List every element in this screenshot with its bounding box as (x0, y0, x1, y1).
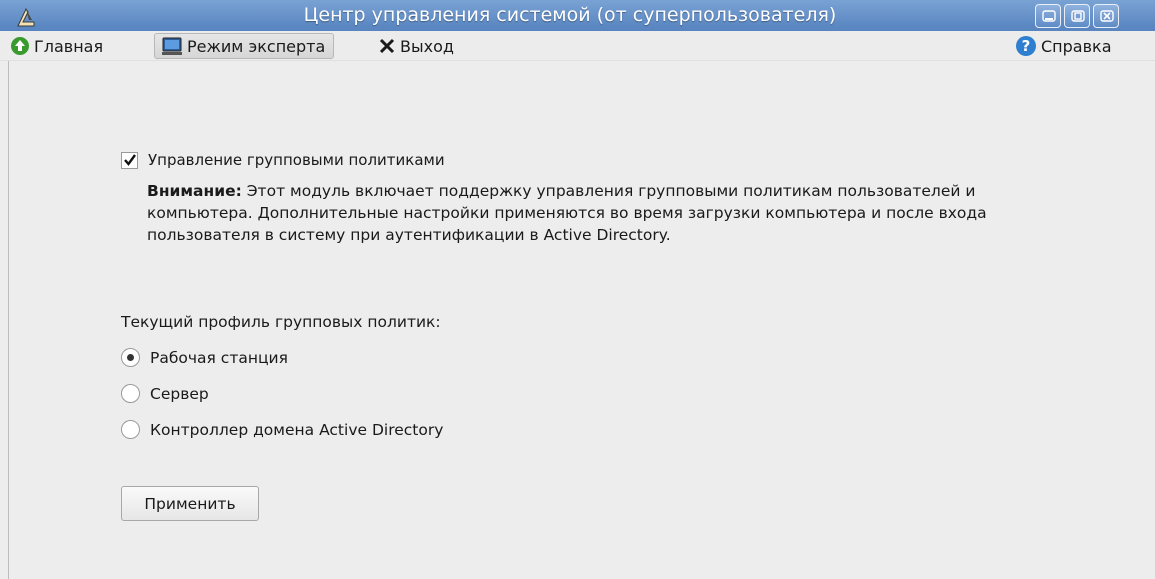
group-policy-checkbox-row[interactable]: Управление групповыми политиками (121, 151, 445, 169)
home-button[interactable]: Главная (10, 31, 103, 61)
apply-button[interactable]: Применить (121, 486, 259, 521)
close-button[interactable] (1093, 4, 1119, 28)
profile-option-domain-controller[interactable]: Контроллер домена Active Directory (121, 420, 443, 439)
radio-server[interactable] (121, 384, 140, 403)
maximize-button[interactable] (1064, 4, 1090, 28)
expert-mode-button[interactable]: Режим эксперта (154, 33, 335, 59)
content-border (8, 61, 9, 579)
close-icon (1100, 10, 1114, 22)
svg-text:?: ? (1022, 37, 1031, 55)
profile-label: Текущий профиль групповых политик: (121, 313, 441, 331)
window-title: Центр управления системой (от суперпольз… (303, 4, 837, 26)
home-icon (11, 37, 29, 55)
monitor-icon (162, 37, 182, 55)
profile-option-label: Рабочая станция (150, 348, 288, 367)
minimize-button[interactable] (1035, 4, 1061, 28)
radio-selected-dot (127, 354, 134, 361)
profile-option-label: Сервер (150, 384, 209, 403)
help-label: Справка (1041, 36, 1112, 56)
warning-text: Внимание: Этот модуль включает поддержку… (147, 180, 1047, 246)
radio-workstation[interactable] (121, 348, 140, 367)
profile-option-label: Контроллер домена Active Directory (150, 420, 444, 439)
maximize-icon (1071, 10, 1085, 22)
toolbar: Главная Режим эксперта Выход ? Справка (0, 31, 1155, 61)
group-policy-checkbox[interactable] (121, 151, 138, 169)
home-label: Главная (34, 36, 104, 56)
expert-mode-label: Режим эксперта (187, 36, 326, 56)
minimize-icon (1042, 10, 1056, 22)
group-policy-checkbox-label: Управление групповыми политиками (148, 151, 445, 169)
checkmark-icon (123, 154, 136, 166)
profile-option-server[interactable]: Сервер (121, 384, 209, 403)
help-button[interactable]: ? Справка (1015, 31, 1112, 61)
warning-title: Внимание: (147, 182, 242, 200)
close-x-icon (379, 38, 395, 54)
exit-button[interactable]: Выход (378, 31, 454, 61)
help-icon: ? (1016, 36, 1036, 56)
radio-domain-controller[interactable] (121, 420, 140, 439)
exit-label: Выход (400, 36, 454, 56)
warning-body: Этот модуль включает поддержку управлени… (147, 182, 987, 244)
profile-option-workstation[interactable]: Рабочая станция (121, 348, 288, 367)
